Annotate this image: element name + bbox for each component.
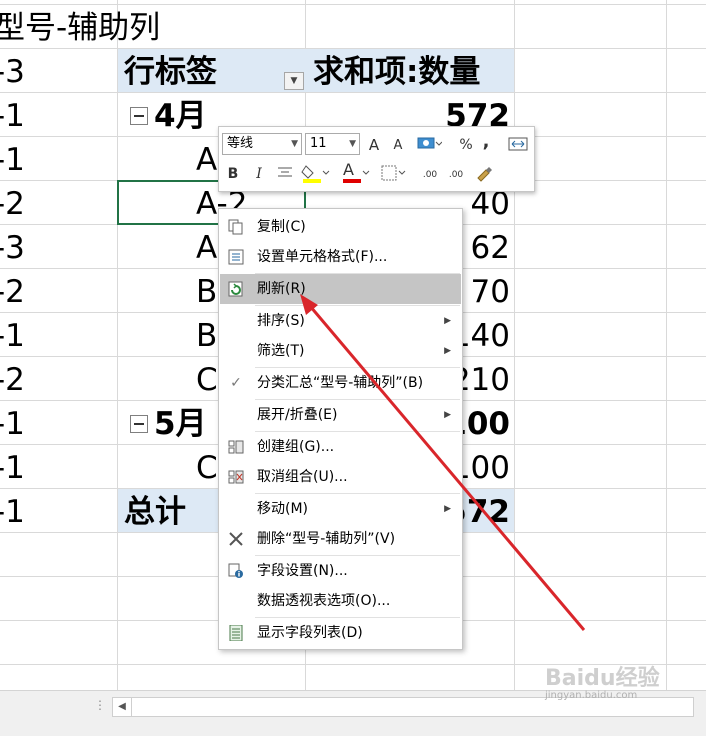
- watermark-url: jingyan.baidu.com: [545, 690, 638, 701]
- annotation-arrow: [300, 294, 586, 631]
- scroll-left-icon[interactable]: ◀: [113, 698, 132, 716]
- split-handle-icon[interactable]: ⋮: [94, 699, 106, 711]
- watermark-logo: Baidu经验: [545, 666, 660, 691]
